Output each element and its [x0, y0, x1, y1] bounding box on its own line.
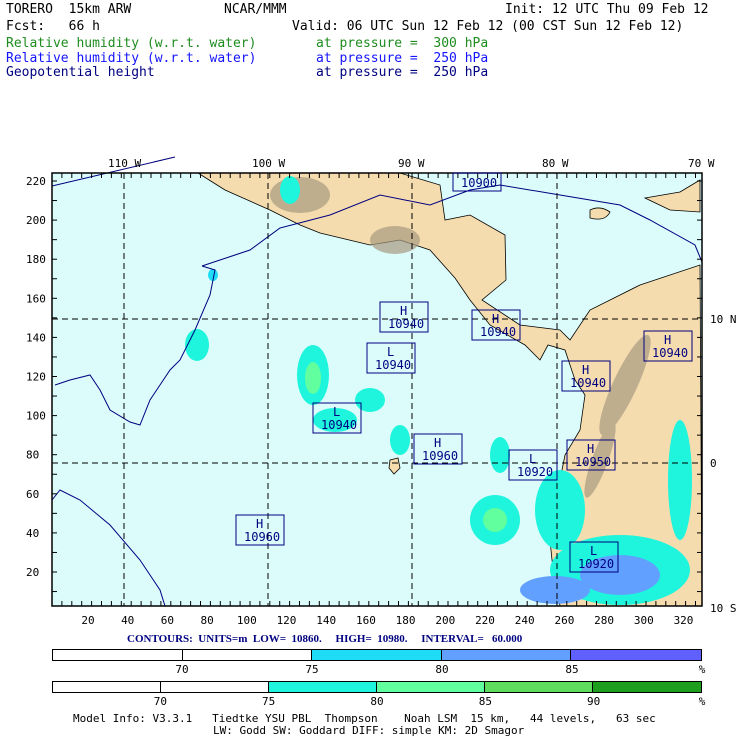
- valid-time: Valid: 06 UTC Sun 12 Feb 12 (00 CST Sun …: [292, 19, 684, 34]
- colorbar-segment: [593, 682, 701, 692]
- center-type: H: [492, 312, 499, 326]
- colorbar-label: 75: [305, 663, 319, 676]
- physics-info: LW: Godd SW: Goddard DIFF: simple KM: 2D…: [213, 724, 525, 737]
- y-tick-label: 100: [26, 410, 46, 423]
- lat-label: 10 S: [710, 602, 737, 615]
- y-tick-label: 200: [26, 214, 46, 227]
- center-value: 10920: [578, 557, 614, 571]
- lon-label: 80 W: [542, 157, 569, 170]
- center-value: 10940: [321, 418, 357, 432]
- y-tick-label: 140: [26, 331, 46, 344]
- center-value: 10940: [480, 325, 516, 339]
- colorbar-label: 85: [565, 663, 579, 676]
- center-type: L: [387, 345, 394, 359]
- contour-info: CONTOURS: UNITS=m LOW= 10860. HIGH= 1098…: [127, 633, 523, 645]
- center-type: L: [590, 544, 597, 558]
- center-type: L: [333, 405, 340, 419]
- y-tick-label: 160: [26, 292, 46, 305]
- x-tick-label: 60: [161, 614, 174, 627]
- lon-label: 90 W: [398, 157, 425, 170]
- x-tick-label: 20: [81, 614, 94, 627]
- center-value: 10920: [517, 465, 553, 479]
- lon-label: 100 W: [252, 157, 285, 170]
- x-tick-label: 140: [316, 614, 336, 627]
- weather-map: 110 W 100 W 90 W 80 W 70 W 10 N 0 10 S 2…: [26, 156, 737, 627]
- organization: NCAR/MMM: [224, 2, 287, 17]
- center-type: H: [582, 363, 589, 377]
- center-value: 10940: [652, 346, 688, 360]
- colorbar-250hpa: [52, 649, 702, 661]
- center-value: 10950: [575, 455, 611, 469]
- center-type: H: [587, 442, 594, 456]
- lon-label: 70 W: [688, 157, 715, 170]
- center-value: 10940: [375, 358, 411, 372]
- x-tick-label: 120: [277, 614, 297, 627]
- field-3-level: at pressure = 250 hPa: [316, 65, 489, 80]
- x-tick-label: 300: [634, 614, 654, 627]
- x-tick-label: 200: [435, 614, 455, 627]
- center-value: 10940: [388, 317, 424, 331]
- x-tick-label: 40: [121, 614, 134, 627]
- x-tick-label: 100: [237, 614, 257, 627]
- colorbar-segment: [269, 682, 377, 692]
- colorbar-label: 90: [587, 695, 601, 708]
- lat-label: 0: [710, 457, 717, 470]
- field-1-level: at pressure = 300 hPa: [316, 36, 489, 51]
- forecast-hour: Fcst: 66 h: [6, 19, 100, 34]
- center-value: 10960: [244, 530, 280, 544]
- colorbar-label: %: [698, 663, 706, 676]
- center-value: 10960: [422, 449, 458, 463]
- y-tick-label: 60: [26, 488, 39, 501]
- center-value: 10940: [570, 376, 606, 390]
- colorbar-label: 70: [175, 663, 189, 676]
- colorbar-segment: [53, 650, 183, 660]
- field-3-name: Geopotential height: [6, 65, 155, 80]
- x-tick-label: 220: [475, 614, 495, 627]
- colorbar-label: 75: [262, 695, 276, 708]
- colorbar-segment: [53, 682, 161, 692]
- pressure-center-label: 10900: [452, 172, 502, 192]
- colorbar-label: 70: [153, 695, 167, 708]
- x-tick-label: 280: [594, 614, 614, 627]
- center-type: H: [434, 436, 441, 450]
- center-type: H: [400, 304, 407, 318]
- init-time: Init: 12 UTC Thu 09 Feb 12: [505, 2, 709, 17]
- y-tick-label: 20: [26, 566, 39, 579]
- y-tick-label: 180: [26, 253, 46, 266]
- model-name: TORERO 15km ARW: [6, 2, 132, 17]
- colorbar-300hpa: [52, 681, 702, 693]
- colorbar-label: %: [698, 695, 706, 708]
- colorbar-label: 85: [478, 695, 492, 708]
- colorbar-segment: [161, 682, 269, 692]
- colorbar-label: 80: [370, 695, 384, 708]
- y-tick-label: 120: [26, 371, 46, 384]
- lon-label: 110 W: [108, 157, 141, 170]
- center-value: 10900: [461, 176, 497, 190]
- lat-label: 10 N: [710, 313, 737, 326]
- x-tick-label: 240: [515, 614, 535, 627]
- colorbar-segment: [571, 650, 701, 660]
- field-2-name: Relative humidity (w.r.t. water): [6, 51, 257, 66]
- colorbar-segment: [377, 682, 485, 692]
- x-tick-label: 160: [356, 614, 376, 627]
- x-tick-label: 320: [674, 614, 694, 627]
- colorbar-segment: [312, 650, 442, 660]
- field-2-level: at pressure = 250 hPa: [316, 51, 489, 66]
- colorbar-segment: [441, 650, 572, 660]
- lon-labels: 110 W 100 W 90 W 80 W 70 W: [108, 157, 715, 170]
- y-tick-label: 40: [26, 527, 39, 540]
- colorbar-label: 80: [435, 663, 449, 676]
- y-tick-label: 80: [26, 449, 39, 462]
- center-type: H: [664, 333, 671, 347]
- y-tick-label: 220: [26, 175, 46, 188]
- center-type: L: [529, 452, 536, 466]
- center-type: H: [256, 517, 263, 531]
- colorbar-segment: [182, 650, 313, 660]
- x-tick-label: 80: [200, 614, 213, 627]
- x-tick-label: 180: [396, 614, 416, 627]
- x-tick-label: 260: [554, 614, 574, 627]
- colorbar-segment: [485, 682, 593, 692]
- field-1-name: Relative humidity (w.r.t. water): [6, 36, 257, 51]
